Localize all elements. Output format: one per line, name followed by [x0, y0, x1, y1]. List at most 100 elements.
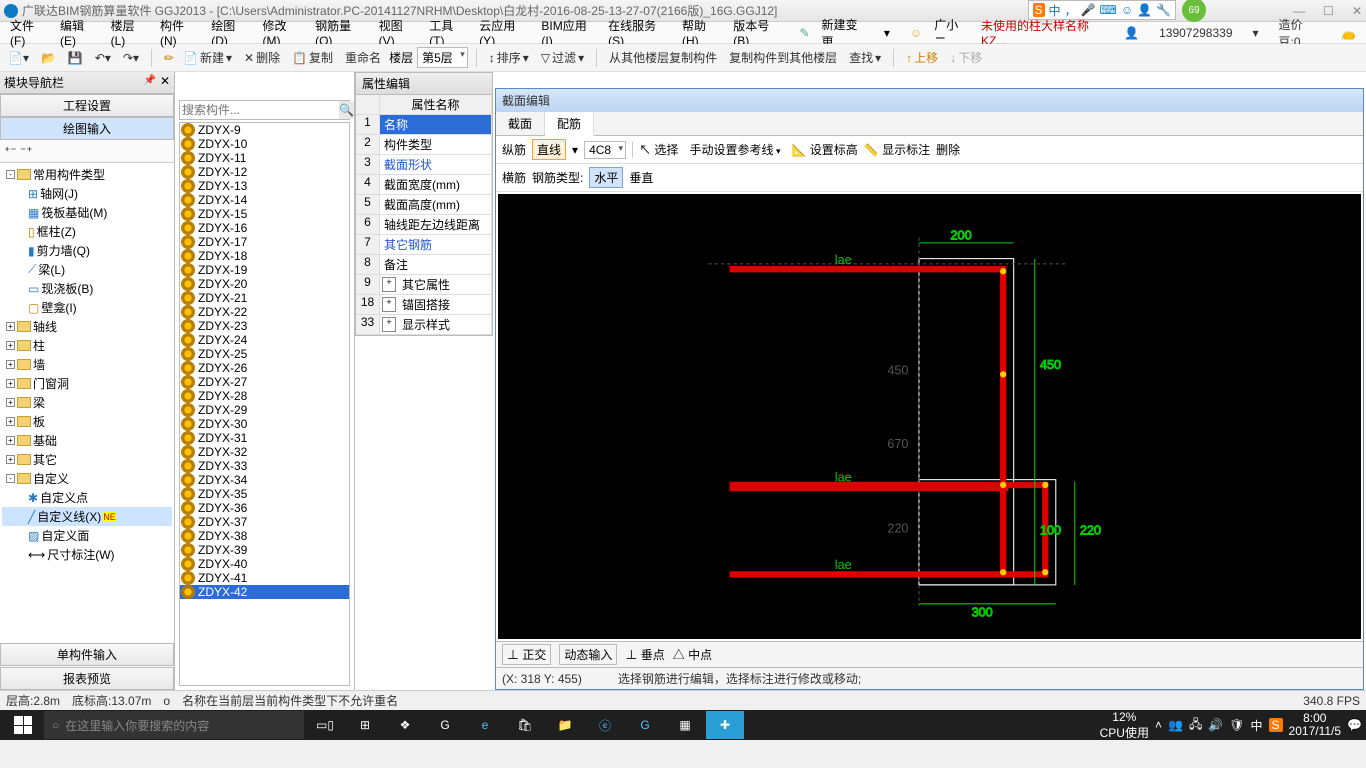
tray-volume-icon[interactable]: 🔊	[1208, 718, 1223, 732]
list-item[interactable]: ZDYX-29	[180, 403, 349, 417]
list-item[interactable]: ZDYX-23	[180, 319, 349, 333]
list-item[interactable]: ZDYX-35	[180, 487, 349, 501]
tab-project-settings[interactable]: 工程设置	[0, 94, 174, 117]
list-item[interactable]: ZDYX-42	[180, 585, 349, 599]
attr-row[interactable]: 8备注	[356, 255, 492, 275]
start-button[interactable]	[4, 711, 42, 739]
list-item[interactable]: ZDYX-31	[180, 431, 349, 445]
rename-button[interactable]: 重命名	[341, 47, 385, 68]
attr-row[interactable]: 4截面宽度(mm)	[356, 175, 492, 195]
new-component-button[interactable]: 📄新建▾	[179, 47, 236, 68]
attr-row[interactable]: 1名称	[356, 115, 492, 135]
search-icon[interactable]: 🔍	[339, 101, 354, 119]
list-item[interactable]: ZDYX-30	[180, 417, 349, 431]
app-icon-1[interactable]: ⊞	[346, 711, 384, 739]
manual-ref-button[interactable]: 手动设置参考线	[684, 139, 785, 160]
select-button[interactable]: ↖ 选择	[639, 141, 678, 158]
task-view-icon[interactable]: ▭▯	[306, 711, 344, 739]
list-item[interactable]: ZDYX-34	[180, 473, 349, 487]
new-file-icon[interactable]: 📄▾	[4, 49, 33, 67]
sort-button[interactable]: ↕排序▾	[485, 47, 533, 68]
save-icon[interactable]: 💾	[64, 49, 87, 67]
set-mark-button[interactable]: 📐 设置标高	[791, 141, 857, 158]
app-icon-6[interactable]: G	[626, 711, 664, 739]
open-file-icon[interactable]: 📂	[37, 49, 60, 67]
list-item[interactable]: ZDYX-19	[180, 263, 349, 277]
show-mark-button[interactable]: 📏 显示标注	[864, 141, 930, 158]
find-button[interactable]: 查找▾	[845, 47, 885, 68]
app-icon-7[interactable]: ▦	[666, 711, 704, 739]
list-item[interactable]: ZDYX-37	[180, 515, 349, 529]
list-item[interactable]: ZDYX-21	[180, 291, 349, 305]
edge-icon[interactable]: e	[466, 711, 504, 739]
ime-wrench-icon[interactable]: 🔧	[1156, 3, 1171, 17]
vertical-button[interactable]: 垂直	[629, 169, 653, 186]
list-item[interactable]: ZDYX-41	[180, 571, 349, 585]
list-item[interactable]: ZDYX-16	[180, 221, 349, 235]
ime-mic-icon[interactable]: 🎤	[1081, 3, 1096, 17]
tray-security-icon[interactable]: 🛡	[1229, 718, 1244, 732]
list-item[interactable]: ZDYX-28	[180, 389, 349, 403]
store-icon[interactable]: 🛍	[506, 711, 544, 739]
line-button[interactable]: 直线	[532, 139, 566, 160]
list-item[interactable]: ZDYX-40	[180, 557, 349, 571]
list-item[interactable]: ZDYX-32	[180, 445, 349, 459]
close-panel-icon[interactable]: ✕	[160, 74, 170, 88]
attr-row[interactable]: 7其它钢筋	[356, 235, 492, 255]
delete-button[interactable]: ✕删除	[240, 47, 284, 68]
ime-punct-icon[interactable]: ，	[1065, 2, 1077, 19]
app-icon-3[interactable]: G	[426, 711, 464, 739]
app-icon-8[interactable]: ✚	[706, 711, 744, 739]
list-item[interactable]: ZDYX-10	[180, 137, 349, 151]
endpoint-snap[interactable]: ⊥ 垂点	[625, 646, 664, 663]
list-item[interactable]: ZDYX-39	[180, 543, 349, 557]
tray-people-icon[interactable]: 👥	[1168, 718, 1183, 732]
tray-up-icon[interactable]: ˄	[1155, 718, 1162, 732]
pin-icon[interactable]: 📌	[144, 75, 156, 86]
delete-rebar-button[interactable]: 删除	[936, 141, 960, 158]
component-tree[interactable]: -常用构件类型 ⊞轴网(J) ▦筏板基础(M) ▯框柱(Z) ▮剪力墙(Q) ⟋…	[0, 163, 174, 642]
list-item[interactable]: ZDYX-36	[180, 501, 349, 515]
dyn-input-toggle[interactable]: 动态输入	[559, 644, 617, 665]
drawing-canvas[interactable]: 200 450 100 220 300 450 670 220 lae lae	[498, 194, 1361, 639]
undo-icon[interactable]: ↶▾	[91, 49, 115, 67]
taskbar-search[interactable]: ○ 在这里输入你要搜索的内容	[44, 711, 304, 739]
horizontal-button[interactable]: 水平	[589, 167, 623, 188]
tree-expand-icon[interactable]: ⁺⁻	[4, 144, 17, 158]
ime-toolbar[interactable]: S 中 ， 🎤 ⌨ ☺ 👤 🔧	[1028, 0, 1177, 20]
copy-to-floor-button[interactable]: 复制构件到其他楼层	[725, 47, 841, 68]
menu-file[interactable]: 文件(F)	[4, 15, 54, 50]
explorer-icon[interactable]: 📁	[546, 711, 584, 739]
attr-row[interactable]: 33+显示样式	[356, 315, 492, 335]
attr-row[interactable]: 18+锚固搭接	[356, 295, 492, 315]
action-center-icon[interactable]: 💬	[1347, 718, 1362, 732]
ime-face-icon[interactable]: ☺	[1121, 3, 1133, 17]
list-item[interactable]: ZDYX-12	[180, 165, 349, 179]
taskbar-clock[interactable]: 8:002017/11/5	[1289, 712, 1342, 738]
attr-row[interactable]: 3截面形状	[356, 155, 492, 175]
list-item[interactable]: ZDYX-11	[180, 151, 349, 165]
tab-draw-input[interactable]: 绘图输入	[0, 117, 174, 140]
rebar-size-dropdown[interactable]: 4C8	[584, 141, 626, 159]
list-item[interactable]: ZDYX-20	[180, 277, 349, 291]
ime-lang[interactable]: 中	[1049, 2, 1061, 19]
list-item[interactable]: ZDYX-14	[180, 193, 349, 207]
copy-button[interactable]: 📋复制	[288, 47, 337, 68]
list-item[interactable]: ZDYX-38	[180, 529, 349, 543]
list-item[interactable]: ZDYX-26	[180, 361, 349, 375]
tree-collapse-icon[interactable]: ⁻⁺	[20, 144, 33, 158]
list-item[interactable]: ZDYX-22	[180, 305, 349, 319]
list-item[interactable]: ZDYX-27	[180, 375, 349, 389]
move-up-button[interactable]: ↑上移	[902, 47, 942, 68]
tray-ime-icon[interactable]: 中	[1251, 717, 1263, 734]
tab-report-preview[interactable]: 报表预览	[0, 667, 174, 690]
component-list[interactable]: ZDYX-9ZDYX-10ZDYX-11ZDYX-12ZDYX-13ZDYX-1…	[179, 122, 350, 686]
menu-edit[interactable]: 编辑(E)	[54, 15, 105, 50]
ortho-toggle[interactable]: ⊥ 正交	[502, 644, 551, 665]
redo-icon[interactable]: ↷▾	[119, 49, 143, 67]
menu-floor[interactable]: 楼层(L)	[105, 15, 154, 50]
list-item[interactable]: ZDYX-25	[180, 347, 349, 361]
list-item[interactable]: ZDYX-18	[180, 249, 349, 263]
attr-row[interactable]: 5截面高度(mm)	[356, 195, 492, 215]
floor-dropdown[interactable]: 第5层	[417, 47, 468, 68]
